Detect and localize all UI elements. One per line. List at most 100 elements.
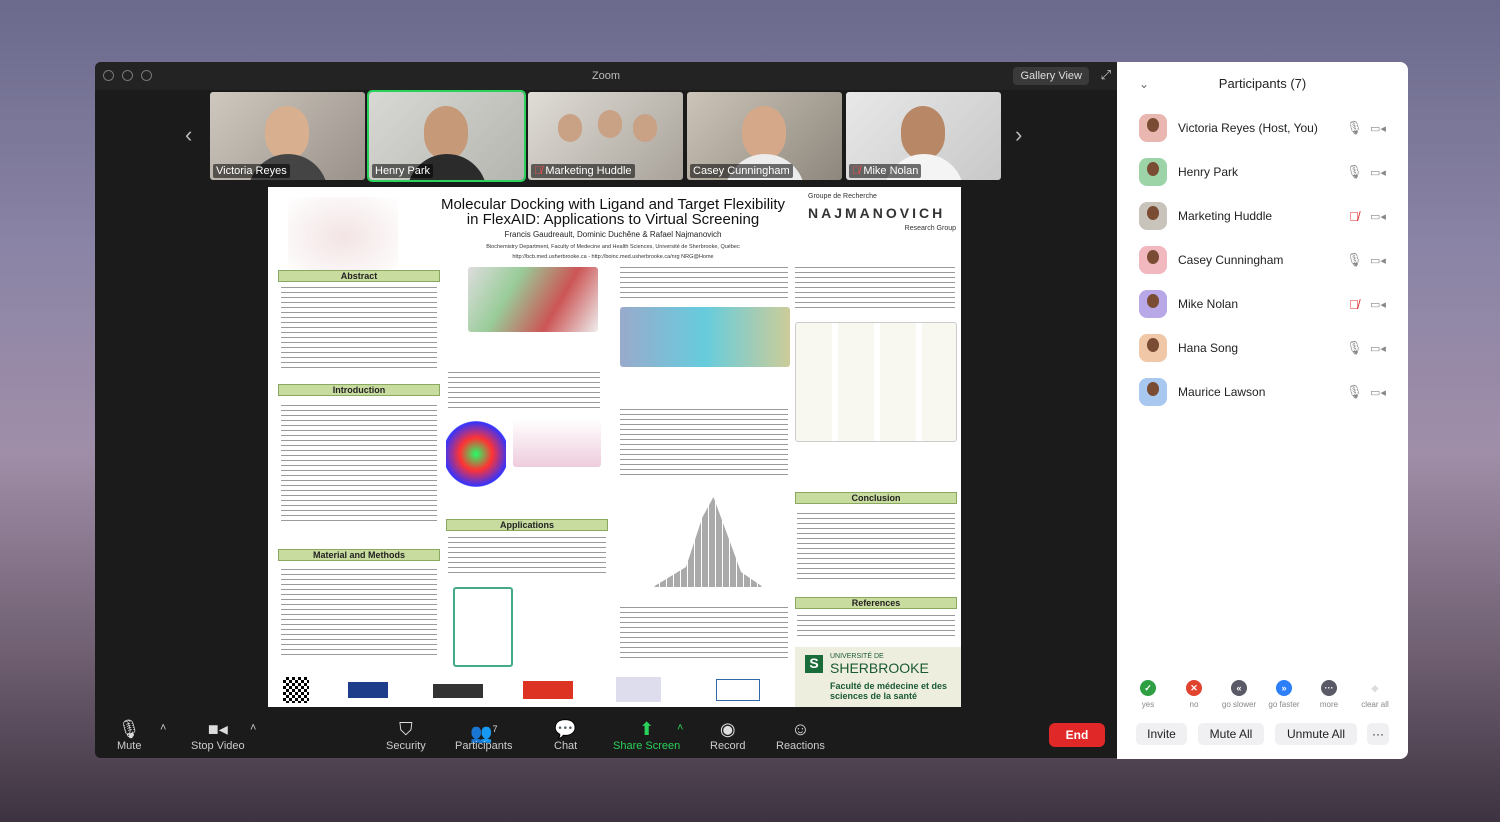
chat-button[interactable]: 💬 Chat [554,718,577,752]
feedback-go-slower-button[interactable]: «go slower [1215,680,1263,709]
avatar [1139,378,1167,406]
video-options-caret[interactable]: ˄ [250,722,256,734]
share-arrow-icon: ⬆ [639,719,655,739]
participant-name: Casey Cunningham [693,165,790,177]
end-meeting-button[interactable]: End [1049,723,1105,747]
figure-4 [620,307,790,367]
video-thumbnail[interactable]: Casey Cunningham [687,92,842,180]
video-camera-icon[interactable]: ▭◂ [1370,254,1390,267]
participant-name: Mike Nolan [863,165,919,177]
video-thumbnail[interactable]: 🎙̸ Marketing Huddle [528,92,683,180]
avatar [1139,290,1167,318]
participant-row[interactable]: Casey Cunningham 🎙 ▭◂ [1117,238,1408,282]
poster-title: Molecular Docking with Ligand and Target… [440,196,786,228]
boinc-logo [716,679,760,701]
figure-2-pie [446,419,506,489]
microphone-icon[interactable]: 🎙 [1346,384,1363,400]
feedback-yes-button[interactable]: ✓ yes [1124,680,1172,709]
chat-bubble-icon: 💬 [554,719,577,739]
participant-name: Victoria Reyes [216,165,287,177]
participant-name: Henry Park [375,165,431,177]
share-screen-button[interactable]: ⬆ Share Screen [613,718,680,752]
video-camera-icon[interactable]: ▭◂ [1370,386,1390,399]
participants-panel: ⌄ Participants (7) Victoria Reyes (Host, … [1117,62,1408,759]
share-options-caret[interactable]: ˄ [677,722,683,734]
applications-text [448,537,606,577]
next-page-icon[interactable]: › [1015,122,1022,148]
muted-mic-icon: 🎙̸ [852,165,864,177]
meeting-toolbar: 🎙 Mute ˄ ■◂ Stop Video ˄ ⛉ Security 👥7 Parti… [95,712,1117,758]
column3-text [620,409,788,479]
close-button[interactable] [103,70,114,81]
mute-button[interactable]: 🎙 Mute [117,718,141,752]
poster-authors: Francis Gaudreault, Dominic Duchêne & Ra… [504,230,722,239]
more-options-button[interactable]: ··· [1367,723,1389,745]
participant-row[interactable]: Marketing Huddle 🎙̸ ▭◂ [1117,194,1408,238]
references-text [797,615,955,640]
figure-2-plot [513,419,601,467]
video-camera-icon[interactable]: ▭◂ [1370,298,1390,311]
cqdm-logo [348,682,388,698]
maximize-button[interactable] [141,70,152,81]
introduction-text [281,405,437,525]
participant-name: Maurice Lawson [1178,385,1266,399]
reactions-button[interactable]: ☺ Reactions [776,718,825,752]
participant-name: Victoria Reyes (Host, You) [1178,121,1318,135]
video-thumbnail[interactable]: Victoria Reyes [210,92,365,180]
prev-page-icon[interactable]: ‹ [185,122,192,148]
x-icon: ✕ [1186,680,1202,696]
column3-text [620,267,788,302]
figure-6 [795,322,957,442]
checkmark-icon: ✓ [1140,680,1156,696]
section-conclusion: Conclusion [795,492,957,504]
feedback-more-button[interactable]: ··· more [1305,680,1353,709]
participant-row[interactable]: Mike Nolan 🎙̸ ▭◂ [1117,282,1408,326]
muted-microphone-icon[interactable]: 🎙̸ [1346,297,1362,312]
microphone-icon[interactable]: 🎙 [1346,120,1363,136]
mute-all-button[interactable]: Mute All [1198,723,1264,745]
window-title: Zoom [591,70,621,82]
more-icon: ··· [1321,680,1337,696]
proteo-logo [433,684,483,698]
microphone-icon[interactable]: 🎙 [1346,164,1363,180]
audio-options-caret[interactable]: ˄ [160,722,166,734]
fullscreen-icon[interactable]: ⤢ [1101,67,1111,83]
invite-button[interactable]: Invite [1136,723,1187,745]
feedback-go-faster-button[interactable]: » go faster [1260,680,1308,709]
participant-row[interactable]: Henry Park 🎙 ▭◂ [1117,150,1408,194]
video-camera-icon[interactable]: ▭◂ [1370,122,1390,135]
participant-row[interactable]: Hana Song 🎙 ▭◂ [1117,326,1408,370]
video-camera-icon[interactable]: ▭◂ [1370,166,1390,179]
minimize-button[interactable] [122,70,133,81]
microphone-icon[interactable]: 🎙 [1346,340,1363,356]
video-thumbnail[interactable]: 🎙̸ Mike Nolan [846,92,1001,180]
video-strip: ‹ Victoria Reyes Henry Park 🎙̸ Marketing… [95,90,1117,182]
record-button[interactable]: ◉ Record [710,718,745,752]
video-camera-icon[interactable]: ▭◂ [1370,210,1390,223]
column3-text [620,607,788,662]
feedback-no-button[interactable]: ✕ no [1170,680,1218,709]
participant-row[interactable]: Victoria Reyes (Host, You) 🎙 ▭◂ [1117,106,1408,150]
feedback-clear-all-button[interactable]: ◆ clear all [1351,680,1399,709]
eraser-icon: ◆ [1367,680,1383,696]
security-button[interactable]: ⛉ Security [386,718,426,752]
video-camera-icon[interactable]: ▭◂ [1370,342,1390,355]
participant-row[interactable]: Maurice Lawson 🎙 ▭◂ [1117,370,1408,414]
video-thumbnail[interactable]: Henry Park [367,90,526,182]
section-applications: Applications [446,519,608,531]
muted-microphone-icon[interactable]: 🎙̸ [1346,209,1362,224]
title-bar: Zoom Gallery View ⤢ [95,62,1117,90]
gallery-view-button[interactable]: Gallery View [1013,67,1089,85]
figure-3 [453,587,513,667]
microphone-icon: 🎙 [117,719,141,739]
window-controls[interactable] [103,70,152,81]
participants-button[interactable]: 👥7 Participants [455,718,512,752]
microphone-icon[interactable]: 🎙 [1346,252,1363,268]
unmute-all-button[interactable]: Unmute All [1275,723,1357,745]
qr-code [283,677,309,703]
collapse-chevron-icon[interactable]: ⌄ [1139,62,1149,106]
stop-video-button[interactable]: ■◂ Stop Video [191,718,245,752]
column4-text [795,267,955,312]
nserc-logo [523,681,573,699]
section-material: Material and Methods [278,549,440,561]
